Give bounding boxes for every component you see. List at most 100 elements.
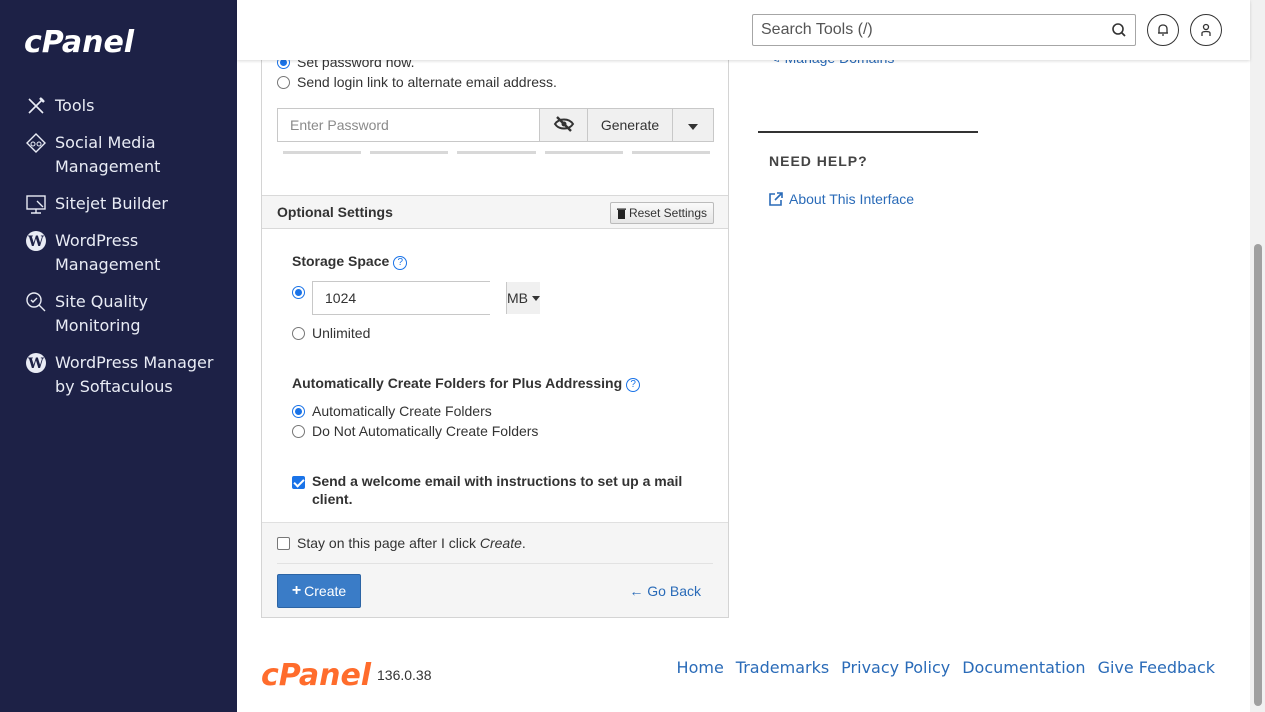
form-actions: Stay on this page after I click Create. …: [262, 522, 728, 617]
plus-addressing-label: Automatically Create Folders for Plus Ad…: [292, 375, 641, 392]
cpanel-logo[interactable]: cPanel: [24, 24, 142, 60]
sidebar-item-label: Site Quality Monitoring: [55, 292, 148, 335]
eye-slash-icon: [553, 115, 575, 135]
stay-on-page-option[interactable]: Stay on this page after I click Create.: [277, 535, 526, 551]
plus-icon: +: [291, 582, 302, 599]
footer-links: Home Trademarks Privacy Policy Documenta…: [677, 658, 1215, 677]
reset-settings-label: Reset Settings: [628, 206, 707, 220]
bell-icon: [1156, 23, 1170, 37]
stay-label-suffix: .: [521, 535, 526, 551]
svg-text:cPanel: cPanel: [24, 25, 135, 56]
optional-settings-title: Optional Settings: [277, 204, 393, 220]
caret-down-icon: [688, 117, 698, 133]
password-input[interactable]: [278, 109, 539, 141]
add-email-card: Set password now. Send login link to alt…: [261, 0, 729, 618]
footer-link-home[interactable]: Home: [677, 658, 724, 677]
plus-addressing-text: Automatically Create Folders for Plus Ad…: [292, 375, 623, 391]
need-help-heading: NEED HELP?: [769, 153, 868, 169]
search-input[interactable]: [753, 15, 1093, 45]
search-box: [752, 14, 1136, 46]
sidebar-item-site-quality[interactable]: Site Quality Monitoring: [24, 290, 224, 338]
no-auto-create-folders-option[interactable]: Do Not Automatically Create Folders: [292, 423, 538, 439]
auto-create-folders-option[interactable]: Automatically Create Folders: [292, 403, 492, 419]
footer-link-privacy[interactable]: Privacy Policy: [841, 658, 950, 677]
user-menu-button[interactable]: [1190, 14, 1222, 46]
sidebar-item-tools[interactable]: Tools: [24, 94, 224, 118]
welcome-email-option[interactable]: Send a welcome email with instructions t…: [292, 472, 702, 508]
external-link-icon: [769, 192, 783, 206]
svg-text:W: W: [27, 356, 44, 372]
svg-text:cPanel: cPanel: [261, 658, 372, 688]
toggle-visibility-button[interactable]: [539, 109, 587, 141]
help-icon[interactable]: ?: [626, 378, 641, 392]
sidebar-item-social-media[interactable]: Social Media Management: [24, 131, 224, 179]
storage-space-label: Storage Space?: [292, 253, 408, 270]
site-quality-icon: [24, 290, 48, 314]
scrollbar-thumb[interactable]: [1254, 244, 1262, 706]
page-scrollbar[interactable]: [1250, 0, 1265, 712]
stay-on-page-checkbox[interactable]: [277, 536, 290, 550]
user-icon: [1199, 23, 1213, 37]
sidebar-nav: Tools Social Media Management Sitejet Bu…: [24, 94, 224, 412]
caret-down-icon: [532, 295, 540, 301]
stay-label-create: Create: [479, 535, 522, 551]
arrow-left-icon: ←: [629, 583, 644, 599]
help-icon[interactable]: ?: [393, 256, 408, 270]
divider: [277, 563, 713, 564]
create-label: Create: [304, 583, 347, 599]
sidebar-item-label: Tools: [55, 96, 95, 115]
sidebar-item-wordpress-softaculous[interactable]: W WordPress Manager by Softaculous: [24, 351, 224, 399]
about-interface-link[interactable]: About This Interface: [769, 191, 914, 207]
sitejet-icon: [24, 192, 48, 216]
help-divider: [758, 131, 978, 133]
tools-icon: [24, 94, 48, 118]
version-number: 136.0.38: [377, 667, 432, 683]
notifications-button[interactable]: [1147, 14, 1179, 46]
about-interface-label: About This Interface: [789, 191, 915, 207]
sidebar-item-label: WordPress Manager by Softaculous: [55, 353, 214, 396]
radio-no-auto-create[interactable]: [292, 424, 305, 438]
radio-auto-create[interactable]: [292, 404, 305, 418]
sidebar-item-label: Sitejet Builder: [55, 194, 168, 213]
password-group: Generate: [277, 108, 714, 142]
footer-link-feedback[interactable]: Give Feedback: [1098, 658, 1215, 677]
trash-icon: [616, 208, 626, 219]
sidebar-item-label: WordPress Management: [55, 231, 161, 274]
sidebar-item-wordpress-management[interactable]: W WordPress Management: [24, 229, 224, 277]
generate-options-dropdown[interactable]: [672, 109, 713, 141]
reset-settings-button[interactable]: Reset Settings: [609, 202, 714, 224]
password-send-link-option[interactable]: Send login link to alternate email addre…: [277, 74, 557, 90]
optional-settings-header: Optional Settings Reset Settings: [262, 195, 728, 229]
svg-text:W: W: [27, 234, 44, 250]
wordpress-icon: W: [24, 229, 48, 253]
password-strength-meter: [283, 151, 711, 154]
sidebar: cPanel Tools Social Media Management Sit…: [0, 0, 237, 712]
footer-link-documentation[interactable]: Documentation: [962, 658, 1085, 677]
radio-storage-limit[interactable]: [292, 286, 305, 299]
storage-unit-dropdown[interactable]: MB: [506, 282, 540, 314]
sidebar-item-label: Social Media Management: [55, 133, 161, 176]
option-label: Automatically Create Folders: [312, 403, 492, 419]
storage-unit-label: MB: [507, 290, 528, 306]
option-label: Do Not Automatically Create Folders: [312, 423, 539, 439]
sidebar-item-sitejet[interactable]: Sitejet Builder: [24, 192, 224, 216]
welcome-email-label: Send a welcome email with instructions t…: [312, 473, 683, 507]
wordpress-icon: W: [24, 351, 48, 375]
storage-quota-input[interactable]: [313, 282, 506, 314]
option-label: Send login link to alternate email addre…: [297, 74, 557, 90]
create-button[interactable]: + Create: [277, 574, 361, 608]
radio-unlimited[interactable]: [292, 326, 305, 340]
social-media-icon: [24, 131, 48, 155]
stay-label-prefix: Stay on this page after I click: [297, 535, 480, 551]
top-bar: [237, 0, 1250, 60]
option-label: Unlimited: [312, 325, 371, 341]
storage-unlimited-option[interactable]: Unlimited: [292, 325, 370, 341]
welcome-email-checkbox[interactable]: [292, 476, 305, 489]
go-back-label: Go Back: [647, 583, 701, 599]
radio-send-link[interactable]: [277, 75, 290, 89]
generate-button[interactable]: Generate: [587, 109, 672, 141]
go-back-link[interactable]: ← Go Back: [629, 583, 701, 599]
footer-link-trademarks[interactable]: Trademarks: [736, 658, 829, 677]
footer-cpanel-logo: cPanel: [261, 658, 377, 693]
search-icon[interactable]: [1111, 22, 1127, 41]
